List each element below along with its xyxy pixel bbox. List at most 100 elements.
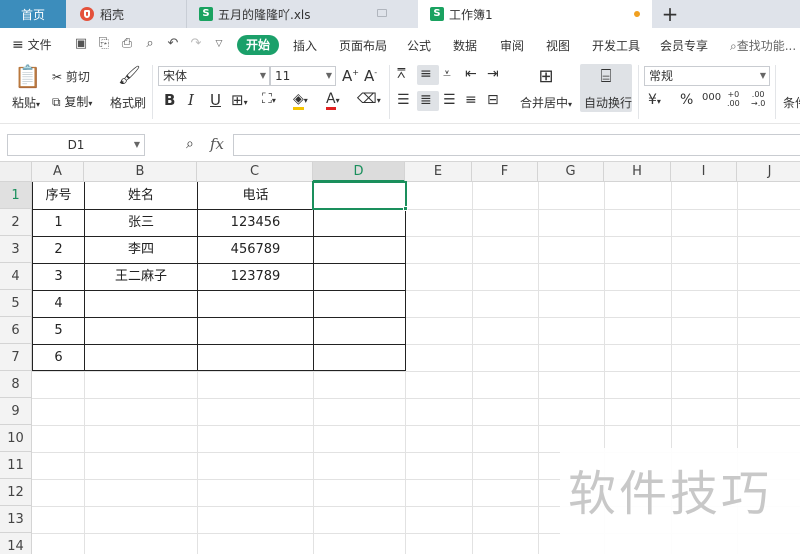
row-header-3[interactable]: 3 (0, 236, 32, 263)
merge-center-button[interactable]: 合并居中▾ (520, 94, 572, 111)
align-right-icon[interactable]: ☰ (443, 92, 456, 108)
col-header-h[interactable]: H (604, 162, 671, 182)
border-icon[interactable]: ⊞▾ (231, 91, 248, 109)
col-header-a[interactable]: A (32, 162, 84, 182)
justify-icon[interactable]: ≡ (465, 92, 477, 108)
currency-icon[interactable]: ¥▾ (648, 92, 661, 108)
row-header-9[interactable]: 9 (0, 398, 32, 425)
fill-handle[interactable] (403, 206, 408, 211)
fx-button[interactable]: fx (210, 135, 224, 153)
search-function[interactable]: ⌕查找功能... (730, 37, 796, 54)
redo-icon[interactable]: ↷ (188, 36, 204, 52)
new-tab-button[interactable]: + (658, 2, 682, 26)
row-header-7[interactable]: 7 (0, 344, 32, 371)
increase-decimal-icon[interactable]: +0.00 (727, 90, 740, 108)
menu-page-layout[interactable]: 页面布局 (339, 37, 387, 54)
fill-color-icon[interactable]: ◈▾ (293, 91, 308, 110)
col-header-e[interactable]: E (405, 162, 472, 182)
print-icon[interactable]: ⎙ (119, 36, 135, 52)
col-header-i[interactable]: I (671, 162, 737, 182)
row-header-11[interactable]: 11 (0, 452, 32, 479)
zoom-icon[interactable]: ⌕ (186, 136, 194, 152)
row-header-13[interactable]: 13 (0, 506, 32, 533)
tab-workbook[interactable]: S 工作簿1 (418, 0, 652, 28)
cell-a6[interactable]: 5 (33, 317, 84, 344)
menu-formula[interactable]: 公式 (407, 37, 431, 54)
align-middle-icon[interactable]: ≡ (420, 66, 432, 82)
tab-daoke[interactable]: 稻壳 (66, 0, 186, 28)
thousands-icon[interactable]: 000 (702, 92, 721, 103)
print-preview-icon[interactable]: ⌕ (142, 36, 158, 52)
row-header-8[interactable]: 8 (0, 371, 32, 398)
formula-input[interactable] (233, 134, 800, 156)
row-header-12[interactable]: 12 (0, 479, 32, 506)
paste-button[interactable]: 粘贴▾ (12, 94, 40, 111)
cell-a4[interactable]: 3 (33, 263, 84, 290)
format-painter-icon[interactable]: 🖌 (118, 65, 141, 89)
menu-review[interactable]: 审阅 (500, 37, 524, 54)
cell-a2[interactable]: 1 (33, 209, 84, 236)
row-header-14[interactable]: 14 (0, 533, 32, 554)
underline-icon[interactable]: U (210, 91, 221, 109)
selected-cell-d1[interactable] (312, 181, 407, 210)
name-box[interactable]: D1 ▼ (7, 134, 145, 156)
cell-a5[interactable]: 4 (33, 290, 84, 317)
col-header-c[interactable]: C (197, 162, 313, 182)
cell-a7[interactable]: 6 (33, 344, 84, 371)
wrap-text-button[interactable]: 自动换行 (584, 94, 632, 111)
cell-b2[interactable]: 张三 (85, 209, 197, 236)
col-header-d[interactable]: D (313, 162, 405, 182)
cell-c1[interactable]: 电话 (198, 182, 313, 209)
menu-start[interactable]: 开始 (237, 35, 279, 55)
col-header-j[interactable]: J (737, 162, 800, 182)
number-format-select[interactable]: 常规 ▼ (644, 66, 770, 86)
col-header-b[interactable]: B (84, 162, 197, 182)
share-icon[interactable]: ⎘ (96, 36, 112, 52)
undo-icon[interactable]: ↶ (165, 36, 181, 52)
cell-c2[interactable]: 123456 (198, 209, 313, 236)
cell-a3[interactable]: 2 (33, 236, 84, 263)
cell-a1[interactable]: 序号 (33, 182, 84, 209)
percent-icon[interactable]: % (680, 92, 693, 108)
italic-icon[interactable]: I (188, 91, 194, 109)
cell-style-icon[interactable]: ⛶▾ (262, 91, 276, 107)
merge-center-icon[interactable]: ⊞ (534, 66, 558, 87)
cell-b1[interactable]: 姓名 (85, 182, 197, 209)
cell-b4[interactable]: 王二麻子 (85, 263, 197, 290)
tab-file-xls[interactable]: S 五月的隆隆吖.xls (186, 0, 418, 28)
menu-developer[interactable]: 开发工具 (592, 37, 640, 54)
row-header-6[interactable]: 6 (0, 317, 32, 344)
align-left-icon[interactable]: ☰ (397, 92, 410, 108)
font-size-select[interactable]: 11 ▼ (270, 66, 336, 86)
copy-button[interactable]: ⧉ 复制▾ (52, 93, 92, 110)
save-icon[interactable]: ▣ (73, 36, 89, 52)
format-painter-button[interactable]: 格式刷 (110, 94, 146, 111)
cell-c4[interactable]: 123789 (198, 263, 313, 290)
distribute-icon[interactable]: ⊟ (487, 92, 499, 108)
menu-view[interactable]: 视图 (546, 37, 570, 54)
row-header-4[interactable]: 4 (0, 263, 32, 290)
col-header-g[interactable]: G (538, 162, 604, 182)
row-header-5[interactable]: 5 (0, 290, 32, 317)
wrap-text-icon[interactable]: ⌸ (594, 66, 618, 87)
bold-icon[interactable]: B (164, 91, 175, 109)
row-header-2[interactable]: 2 (0, 209, 32, 236)
paste-icon[interactable]: 📋 (14, 65, 41, 91)
cut-button[interactable]: ✂ 剪切 (52, 68, 90, 85)
decrease-decimal-icon[interactable]: .00 →.0 (751, 90, 765, 108)
menu-data[interactable]: 数据 (453, 37, 477, 54)
customize-chevron-icon[interactable]: ▽ (211, 36, 227, 52)
col-header-f[interactable]: F (472, 162, 538, 182)
conditional-format-button[interactable]: 条件 (783, 94, 800, 111)
align-center-icon[interactable]: ≣ (420, 92, 432, 108)
select-all-corner[interactable] (0, 162, 32, 182)
increase-indent-icon[interactable]: ⇥ (487, 66, 499, 82)
tab-home[interactable]: 首页 (0, 0, 66, 28)
file-menu[interactable]: ≡ 文件 (12, 36, 52, 53)
menu-member[interactable]: 会员专享 (660, 37, 708, 54)
align-top-icon[interactable]: ⩞ (397, 66, 406, 82)
menu-insert[interactable]: 插入 (293, 37, 317, 54)
row-header-10[interactable]: 10 (0, 425, 32, 452)
align-bottom-icon[interactable]: ⩡ (443, 66, 451, 82)
increase-font-icon[interactable]: A+ (342, 67, 359, 85)
